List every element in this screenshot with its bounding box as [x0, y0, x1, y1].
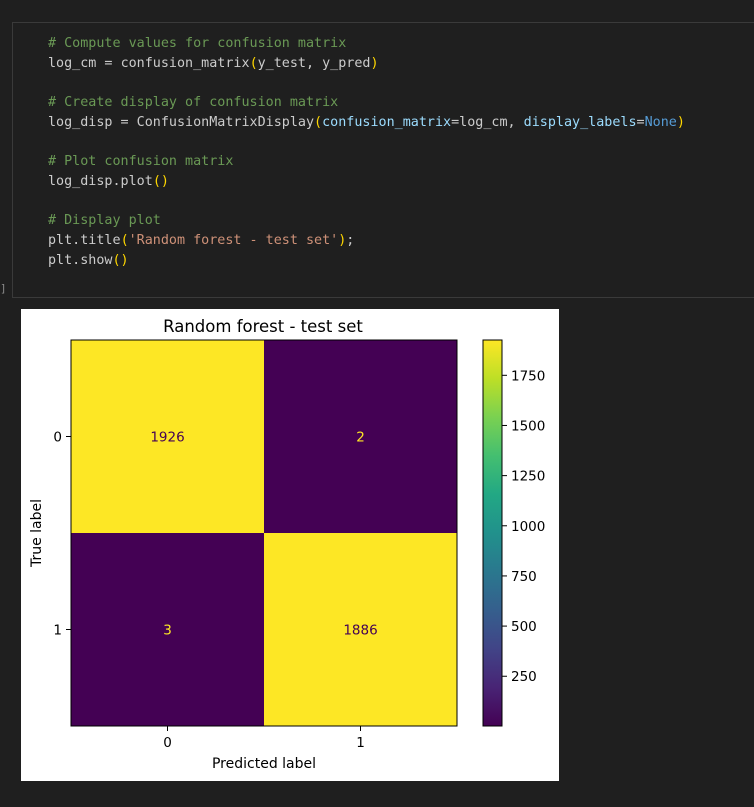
colorbar-tick-label: 1000 [511, 519, 545, 535]
cell-value-label: 3 [163, 623, 172, 639]
cell-output: Random forest - test set 1926 2 3 1886 0 1 0 1… [21, 309, 559, 781]
code-token: ) [676, 114, 685, 130]
code-token: confusion_matrix [322, 114, 452, 130]
code-block[interactable]: # Compute values for confusion matrix log… [48, 34, 685, 270]
code-token: ; [346, 232, 355, 248]
code-line: # Create display of confusion matrix [48, 93, 685, 113]
cell-value-label: 1886 [343, 623, 377, 639]
code-token: # Create display of confusion matrix [48, 95, 339, 111]
y-tick-label: 0 [53, 430, 62, 446]
code-token: y_test, y_pred [257, 55, 371, 71]
x-axis-label: Predicted label [212, 756, 316, 772]
code-line: log_cm = confusion_matrix(y_test, y_pred… [48, 54, 685, 74]
code-line: plt.title('Random forest - test set'); [48, 231, 685, 251]
y-axis-label: True label [29, 499, 45, 568]
code-line: log_disp.plot() [48, 172, 685, 192]
code-line: plt.show() [48, 251, 685, 271]
code-line: # Display plot [48, 211, 685, 231]
confusion-matrix-chart: Random forest - test set 1926 2 3 1886 0 1 0 1… [29, 317, 545, 772]
code-token: # Plot confusion matrix [48, 154, 234, 170]
code-line: # Plot confusion matrix [48, 152, 685, 172]
code-token: ) [370, 55, 379, 71]
code-token: log_disp.plot [48, 173, 153, 189]
code-token: log_cm [48, 55, 97, 71]
code-token: () [152, 173, 169, 189]
code-token: plt.show [48, 252, 113, 268]
execution-count: ] [0, 282, 7, 295]
code-token: = [451, 114, 460, 130]
colorbar [482, 339, 503, 727]
code-line: log_disp = ConfusionMatrixDisplay(confus… [48, 113, 685, 133]
code-token: # Display plot [48, 213, 161, 229]
colorbar-tick-label: 1750 [511, 368, 545, 384]
code-token: log_disp = ConfusionMatrixDisplay [48, 114, 315, 130]
code-token: ( [120, 232, 129, 248]
colorbar-tick-label: 500 [511, 619, 537, 635]
code-token: = [636, 114, 645, 130]
colorbar-tick-label: 750 [511, 569, 537, 585]
code-token: confusion_matrix [120, 55, 250, 71]
code-token: 'Random forest - test set' [128, 232, 339, 248]
code-token: = [96, 55, 121, 71]
colorbar-tick-label: 1250 [511, 469, 545, 485]
code-token: () [112, 252, 129, 268]
code-token: log_cm, [459, 114, 524, 130]
code-token: ( [314, 114, 323, 130]
code-line: # Compute values for confusion matrix [48, 34, 685, 54]
code-token: plt.title [48, 232, 121, 248]
code-token: display_labels [523, 114, 637, 130]
code-token: None [644, 114, 677, 130]
y-tick-label: 1 [53, 623, 62, 639]
colorbar-tick-label: 250 [511, 669, 537, 685]
x-tick-label: 1 [356, 735, 365, 751]
chart-title: Random forest - test set [163, 317, 363, 336]
cell-value-label: 1926 [150, 430, 184, 446]
code-token: # Compute values for confusion matrix [48, 36, 347, 51]
cell-value-label: 2 [356, 430, 365, 446]
code-token: ( [249, 55, 258, 71]
x-tick-label: 0 [163, 735, 172, 751]
colorbar-tick-label: 1500 [511, 418, 545, 434]
